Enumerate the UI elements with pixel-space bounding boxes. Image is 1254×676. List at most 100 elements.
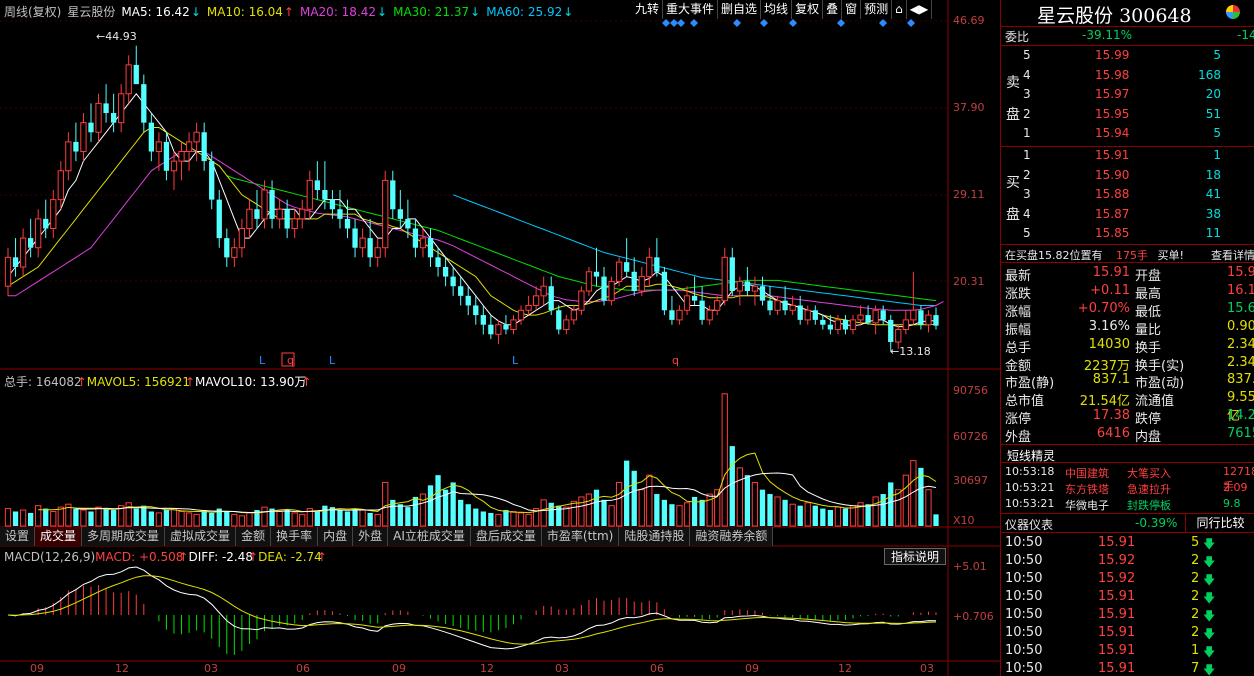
level-volume: 11: [1205, 226, 1221, 240]
big-order-notice[interactable]: 在买盘15.82位置有 175手 买单! 查看详情: [1005, 247, 1254, 263]
event-diamond-icon[interactable]: [907, 19, 915, 27]
sell-level-row[interactable]: 2 15.95 51: [1023, 107, 1254, 125]
event-diamond-icon[interactable]: [789, 19, 797, 27]
stat-value: 16.17: [1227, 282, 1254, 298]
candle: [450, 266, 456, 296]
stat-row: 涨幅 +0.70% 最低 15.67: [1005, 301, 1254, 320]
toolbar-button[interactable]: ◀▶: [906, 0, 933, 19]
trend-arrow-icon: ↑: [316, 550, 327, 564]
volume-bar: [231, 513, 238, 527]
indicator-tab[interactable]: 盘后成交量: [471, 527, 542, 546]
sprite-row[interactable]: 10:53:21 东方铁塔 急速拉升 2.09: [1005, 481, 1254, 497]
event-marker[interactable]: L: [259, 354, 266, 367]
tick-volume: 2: [1191, 553, 1200, 568]
candle: [12, 238, 19, 277]
toolbar-button[interactable]: 删自选: [718, 0, 762, 19]
indicator-tab[interactable]: 外盘: [353, 527, 389, 546]
trend-arrow-icon: ↑: [184, 375, 196, 389]
toolbar-button[interactable]: 九转: [632, 0, 664, 19]
candle: [488, 315, 494, 340]
toolbar-button[interactable]: ⌂: [892, 0, 907, 19]
candle: [820, 315, 826, 330]
volume-bar: [458, 499, 464, 526]
indicator-tab[interactable]: 换手率: [271, 527, 319, 546]
candle: [812, 305, 818, 325]
event-diamond-icon[interactable]: [837, 19, 845, 27]
indicator-tab[interactable]: 多周期成交量: [82, 527, 166, 546]
macd-legend-item: MACD(12,26,9): [4, 550, 96, 564]
tick-row: 10:50 15.91 2 🡇: [1005, 625, 1254, 643]
candle: [563, 315, 570, 335]
event-marker[interactable]: q: [287, 354, 294, 367]
volume-bar: [224, 511, 230, 526]
candle: [352, 218, 358, 258]
candle: [872, 305, 879, 335]
indicator-tab[interactable]: 金额: [236, 527, 272, 546]
indicator-tab[interactable]: 融资融券余额: [690, 527, 774, 546]
stat-value: 6416: [1096, 426, 1130, 442]
candle: [532, 286, 540, 311]
sell-level-row[interactable]: 4 15.98 168: [1023, 68, 1254, 86]
toolbar-button[interactable]: 预测: [861, 0, 893, 19]
indicator-tab[interactable]: AI立桩成交量: [388, 527, 471, 546]
event-diamond-icon[interactable]: [670, 19, 678, 27]
price-axis-label: 46.69: [953, 14, 985, 27]
sprite-row[interactable]: 10:53:21 华微电子 封跌停板 9.8: [1005, 497, 1254, 513]
volume-bar: [593, 489, 600, 526]
event-diamond-icon[interactable]: [677, 19, 685, 27]
candle: [669, 295, 675, 325]
tick-time: 10:50: [1005, 625, 1043, 640]
indicator-tab[interactable]: 内盘: [318, 527, 354, 546]
indicator-tab[interactable]: 陆股通持股: [619, 527, 691, 546]
volume-bar: [933, 514, 939, 526]
event-diamond-icon[interactable]: [733, 19, 741, 27]
tick-price: 15.91: [1098, 607, 1136, 622]
indicator-tab[interactable]: 虚拟成交量: [165, 527, 237, 546]
buy-level-row[interactable]: 4 15.87 38: [1023, 207, 1254, 225]
trend-arrow-icon: ↑: [283, 5, 294, 19]
toolbar-button[interactable]: 均线: [761, 0, 793, 19]
candle: [933, 307, 939, 330]
candle: [246, 199, 253, 239]
indicator-tab[interactable]: 成交量: [35, 527, 83, 546]
sell-level-row[interactable]: 5 15.99 5: [1023, 48, 1254, 66]
buy-level-row[interactable]: 3 15.88 41: [1023, 187, 1254, 205]
stat-label: 最高: [1135, 286, 1162, 302]
sell-level-row[interactable]: 3 15.97 20: [1023, 87, 1254, 105]
event-marker[interactable]: L: [329, 354, 336, 367]
stat-row: 总市值 21.54亿 流通值 9.55亿: [1005, 390, 1254, 424]
candle: [714, 295, 721, 316]
event-marker[interactable]: q: [672, 354, 679, 367]
candle: [774, 295, 781, 316]
candle: [231, 238, 238, 267]
sprite-row[interactable]: 10:53:18中国建筑大笔买入12718手: [1005, 465, 1254, 493]
buy-level-row[interactable]: 2 15.90 18: [1023, 168, 1254, 186]
event-diamond-icon[interactable]: [662, 19, 670, 27]
toolbar-button[interactable]: 窗: [842, 0, 862, 19]
event-diamond-icon[interactable]: [760, 19, 768, 27]
toolbar-button[interactable]: 复权: [792, 0, 824, 19]
peer-compare-button[interactable]: 同行比较: [1185, 514, 1254, 532]
toolbar-button[interactable]: 叠: [823, 0, 843, 19]
indicator-tab[interactable]: 设置: [0, 527, 36, 546]
stat-label: 金额: [1005, 358, 1032, 374]
toolbar-button[interactable]: 重大事件: [663, 0, 719, 19]
event-diamond-icon[interactable]: [690, 19, 698, 27]
volume-bar: [299, 513, 306, 527]
volume-bar: [503, 510, 509, 526]
indicator-explain-button[interactable]: 指标说明: [884, 548, 946, 565]
volume-bar: [880, 494, 886, 526]
volume-bar: [88, 511, 94, 526]
candle: [314, 161, 320, 200]
candle: [397, 190, 403, 229]
event-diamond-icon[interactable]: [879, 19, 887, 27]
candle: [654, 238, 660, 277]
sell-level-row[interactable]: 1 15.94 5: [1023, 126, 1254, 144]
stat-value: 2237万: [1083, 358, 1130, 374]
volume-bar: [646, 474, 653, 527]
buy-level-row[interactable]: 5 15.85 11: [1023, 226, 1254, 244]
event-marker[interactable]: L: [512, 354, 519, 367]
dea-line: [7, 575, 937, 645]
indicator-tab[interactable]: 市盈率(ttm): [542, 527, 620, 546]
buy-level-row[interactable]: 1 15.91 1: [1023, 148, 1254, 166]
